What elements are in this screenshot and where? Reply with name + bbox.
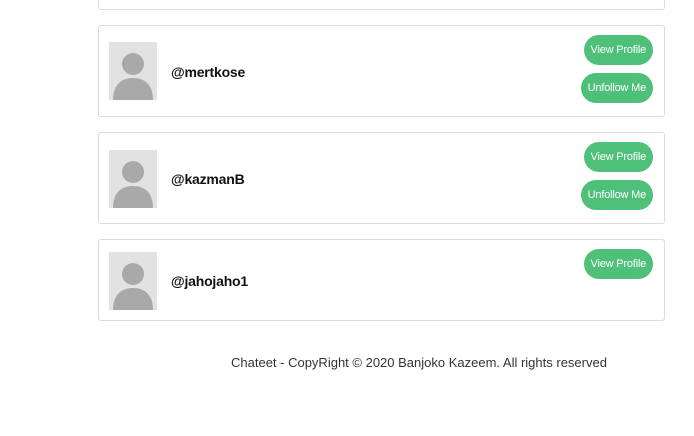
avatar xyxy=(109,252,157,310)
footer-copyright: Chateet - CopyRight © 2020 Banjoko Kazee… xyxy=(231,355,607,370)
user-card-partial xyxy=(98,0,665,10)
default-user-avatar-icon xyxy=(113,263,153,310)
unfollow-button[interactable]: Unfollow Me xyxy=(580,180,653,210)
default-user-avatar-icon xyxy=(113,53,153,100)
view-profile-button[interactable]: View Profile xyxy=(583,142,653,172)
username: @kazmanB xyxy=(171,171,245,187)
avatar xyxy=(109,42,157,100)
default-user-avatar-icon xyxy=(113,161,153,208)
user-card: @jahojaho1 View Profile xyxy=(98,239,665,321)
view-profile-button[interactable]: View Profile xyxy=(583,35,653,65)
user-card: @kazmanB View Profile Unfollow Me xyxy=(98,132,665,224)
avatar xyxy=(109,150,157,208)
username: @jahojaho1 xyxy=(171,273,248,289)
following-page: @mertkose View Profile Unfollow Me @kazm… xyxy=(0,0,694,436)
username: @mertkose xyxy=(171,64,246,80)
unfollow-button[interactable]: Unfollow Me xyxy=(580,73,653,103)
user-card: @mertkose View Profile Unfollow Me xyxy=(98,25,665,117)
view-profile-button[interactable]: View Profile xyxy=(583,249,653,279)
